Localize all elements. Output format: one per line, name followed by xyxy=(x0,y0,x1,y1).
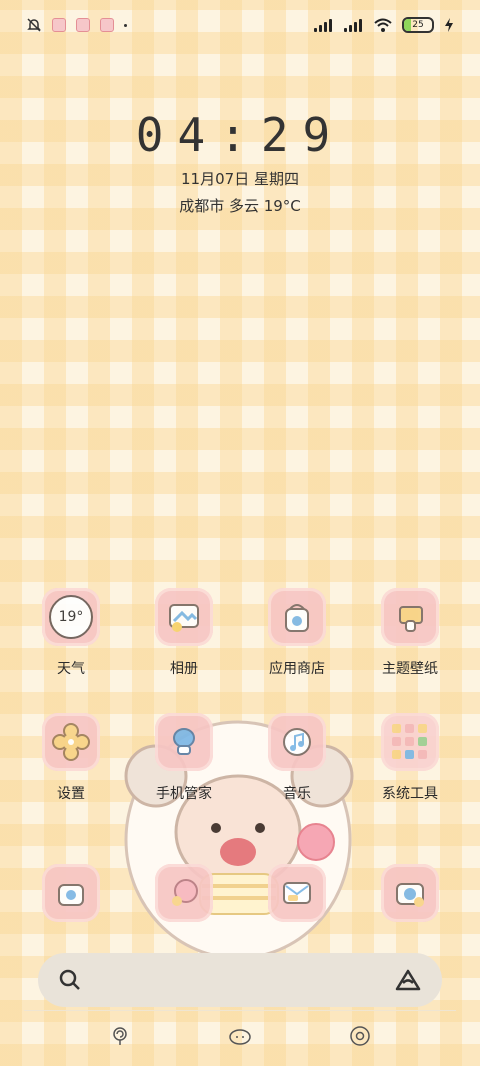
app-label-album: 相册 xyxy=(170,661,198,677)
app-label-phone-manager: 手机管家 xyxy=(156,786,212,802)
bell-off-icon xyxy=(27,18,41,32)
weather-dial: 19° xyxy=(49,595,93,639)
search-icon[interactable] xyxy=(58,968,82,992)
signal-icon-1 xyxy=(314,18,334,32)
clock-date: 11月07日 星期四 xyxy=(181,170,299,188)
folder-grid-icon xyxy=(392,724,427,759)
battery-icon: 25 xyxy=(402,17,434,33)
clock-widget[interactable]: 04:29 11月07日 星期四 成都市 多云 19°C xyxy=(0,108,480,216)
phone-clone-app-icon xyxy=(42,864,100,922)
weather-app-icon: 19° xyxy=(42,588,100,646)
app-label-store: 应用商店 xyxy=(269,661,325,677)
app-label-weather: 天气 xyxy=(57,661,85,677)
clock-time: 04:29 xyxy=(135,108,345,162)
dock-item-lollipop[interactable] xyxy=(106,1022,134,1050)
status-bar: 25 xyxy=(26,12,454,38)
store-bag-icon xyxy=(285,604,309,632)
app-unlabeled-2[interactable] xyxy=(127,864,241,922)
app-weather[interactable]: 19° 天气 xyxy=(14,588,128,678)
camera-icon xyxy=(396,883,424,907)
app-label-settings: 设置 xyxy=(57,786,85,802)
theme-brush-icon xyxy=(399,606,423,632)
messages-app-icon xyxy=(268,864,326,922)
wifi-icon xyxy=(374,18,392,32)
app-phone-manager[interactable]: 手机管家 xyxy=(127,713,241,803)
envelope-icon xyxy=(283,882,311,904)
shield-icon xyxy=(173,728,195,755)
notification-icon-2 xyxy=(76,18,90,32)
system-tools-folder-icon xyxy=(381,713,439,771)
donut-icon xyxy=(350,1026,370,1046)
dock-item-cloud[interactable] xyxy=(226,1022,254,1050)
store-app-icon xyxy=(268,588,326,646)
search-bar[interactable] xyxy=(38,953,442,1007)
app-settings[interactable]: 设置 xyxy=(14,713,128,803)
dock xyxy=(0,1022,480,1054)
notification-icon-3 xyxy=(100,18,114,32)
settings-app-icon xyxy=(42,713,100,771)
charging-icon xyxy=(445,18,453,32)
status-left xyxy=(26,17,127,33)
app-label-themes: 主题壁纸 xyxy=(382,661,438,677)
phone-manager-app-icon xyxy=(155,713,213,771)
app-music[interactable]: 音乐 xyxy=(240,713,354,803)
app-themes[interactable]: 主题壁纸 xyxy=(353,588,467,678)
app-unlabeled-4[interactable] xyxy=(353,864,467,922)
notification-icon-1 xyxy=(52,18,66,32)
app-label-music: 音乐 xyxy=(283,786,311,802)
signal-icon-2 xyxy=(344,18,364,32)
box-icon xyxy=(58,884,84,906)
lollipop-icon xyxy=(113,1027,127,1045)
camera-app-icon xyxy=(381,864,439,922)
music-app-icon xyxy=(268,713,326,771)
app-unlabeled-1[interactable] xyxy=(14,864,128,922)
battery-fill xyxy=(404,19,411,31)
app-label-system-tools: 系统工具 xyxy=(382,786,438,802)
dock-divider xyxy=(24,1010,456,1011)
battery-text: 25 xyxy=(412,20,424,30)
cloud-face-icon xyxy=(229,1029,251,1045)
dock-item-donut[interactable] xyxy=(346,1022,374,1050)
themes-app-icon xyxy=(381,588,439,646)
dot-icon xyxy=(124,23,127,27)
clock-weather: 成都市 多云 19°C xyxy=(179,197,301,215)
status-right: 25 xyxy=(314,17,454,33)
app-system-tools[interactable]: 系统工具 xyxy=(353,713,467,803)
app-store[interactable]: 应用商店 xyxy=(240,588,354,678)
browser-app-icon xyxy=(155,864,213,922)
flower-gear-icon xyxy=(52,723,90,761)
app-album[interactable]: 相册 xyxy=(127,588,241,678)
ball-icon xyxy=(172,879,198,906)
photo-icon xyxy=(169,604,199,632)
assistant-icon[interactable] xyxy=(394,968,422,992)
music-note-icon xyxy=(283,728,311,756)
app-unlabeled-3[interactable] xyxy=(240,864,354,922)
album-app-icon xyxy=(155,588,213,646)
